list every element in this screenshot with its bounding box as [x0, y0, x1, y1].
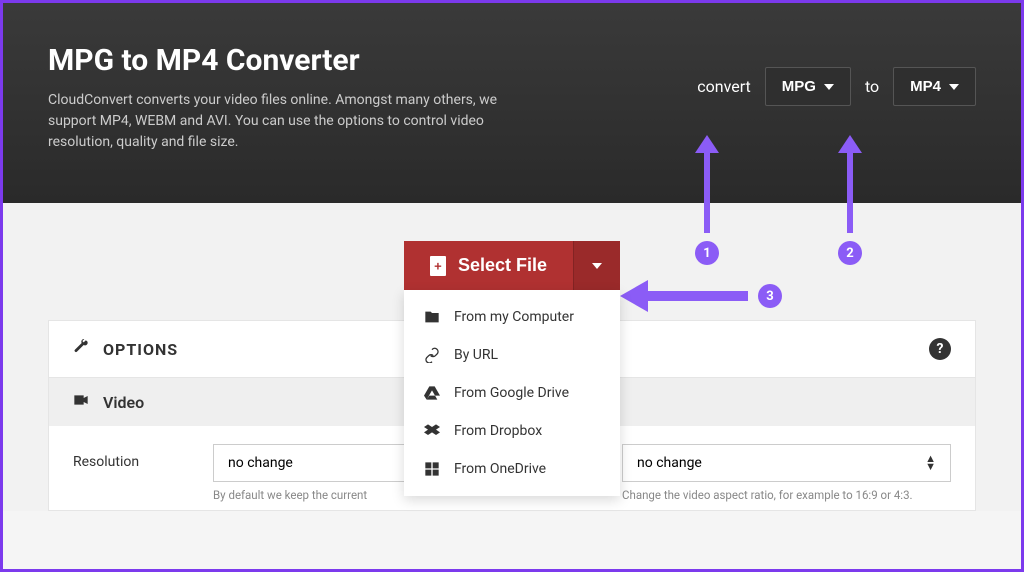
page-title: MPG to MP4 Converter	[48, 43, 528, 78]
menu-item-gdrive[interactable]: From Google Drive	[404, 374, 620, 412]
file-plus-icon	[430, 256, 446, 276]
chevron-down-icon	[592, 263, 602, 269]
select-file-dropdown-button[interactable]	[573, 241, 620, 290]
option-resolution: Resolution	[73, 444, 193, 502]
aspect-select[interactable]: no change ▲▼	[622, 444, 951, 482]
select-file-label: Select File	[458, 255, 547, 276]
folder-icon	[424, 309, 440, 325]
from-format-button[interactable]: MPG	[765, 67, 851, 106]
aspect-help: Change the video aspect ratio, for examp…	[622, 488, 951, 502]
video-section-label: Video	[103, 393, 144, 412]
chevron-down-icon	[949, 84, 959, 90]
link-icon	[424, 347, 440, 363]
resolution-label: Resolution	[73, 454, 193, 470]
menu-item-onedrive[interactable]: From OneDrive	[404, 450, 620, 488]
menu-item-dropbox[interactable]: From Dropbox	[404, 412, 620, 450]
menu-item-label: From my Computer	[454, 309, 574, 325]
video-icon	[73, 392, 89, 412]
convert-row: convert MPG to MP4	[697, 67, 976, 106]
to-format-label: MP4	[910, 78, 941, 95]
main-area: Select File From my Computer By URL	[3, 203, 1021, 511]
menu-item-label: From Google Drive	[454, 385, 569, 401]
option-aspect-control: no change ▲▼ Change the video aspect rat…	[622, 444, 951, 502]
resolution-value: no change	[228, 455, 293, 471]
menu-item-label: By URL	[454, 347, 498, 363]
menu-item-url[interactable]: By URL	[404, 336, 620, 374]
convert-label: convert	[697, 77, 751, 96]
dropbox-icon	[424, 423, 440, 439]
page-description: CloudConvert converts your video files o…	[48, 90, 528, 153]
wrench-icon	[73, 339, 89, 359]
gdrive-icon	[424, 385, 440, 401]
menu-item-label: From OneDrive	[454, 461, 546, 477]
chevron-down-icon	[824, 84, 834, 90]
updown-icon: ▲▼	[925, 455, 936, 470]
options-title: OPTIONS	[103, 340, 178, 359]
help-icon[interactable]: ?	[929, 338, 951, 360]
onedrive-icon	[424, 461, 440, 477]
menu-item-label: From Dropbox	[454, 423, 542, 439]
to-format-button[interactable]: MP4	[893, 67, 976, 106]
from-format-label: MPG	[782, 78, 816, 95]
select-file-button[interactable]: Select File	[404, 241, 573, 290]
to-label: to	[865, 77, 879, 96]
select-file-dropdown-menu: From my Computer By URL From Google Driv…	[404, 290, 620, 496]
top-banner: MPG to MP4 Converter CloudConvert conver…	[3, 3, 1021, 203]
aspect-value: no change	[637, 455, 702, 471]
banner-left: MPG to MP4 Converter CloudConvert conver…	[48, 43, 528, 153]
menu-item-computer[interactable]: From my Computer	[404, 298, 620, 336]
select-file-wrapper: Select File From my Computer By URL	[48, 241, 976, 290]
select-file-group: Select File From my Computer By URL	[404, 241, 620, 290]
